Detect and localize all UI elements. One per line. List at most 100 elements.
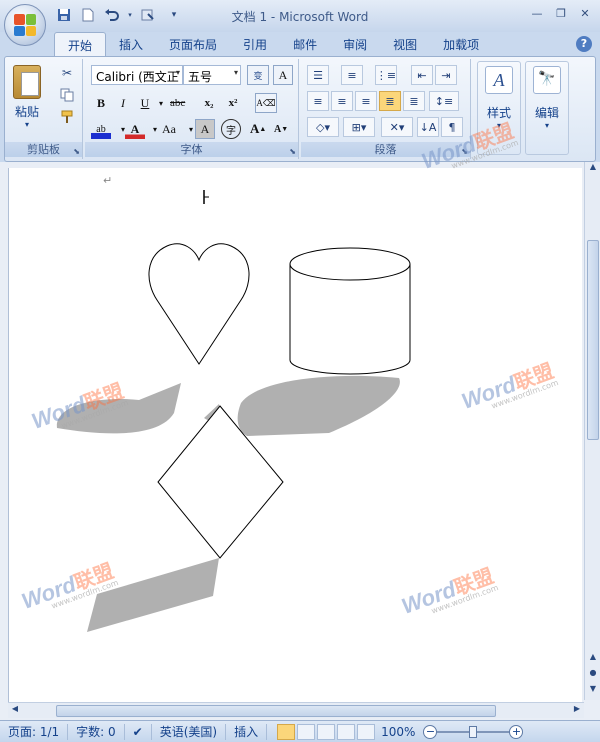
tab-home[interactable]: 开始 <box>54 32 107 56</box>
format-painter-icon[interactable] <box>57 107 77 127</box>
office-button[interactable] <box>4 4 46 46</box>
insert-mode[interactable]: 插入 <box>226 723 268 740</box>
restore-icon[interactable]: ❐ <box>550 4 572 22</box>
zoom-knob[interactable] <box>469 725 478 738</box>
multilevel-list-icon[interactable]: ⋮≡ <box>375 65 397 85</box>
editing-button[interactable]: 🔭 编辑 ▾ <box>525 61 569 155</box>
justify-icon[interactable]: ≣ <box>379 91 401 111</box>
copy-icon[interactable] <box>57 85 77 105</box>
increase-indent-icon[interactable]: ⇥ <box>435 65 457 85</box>
strikethrough-button[interactable]: abc <box>167 93 188 113</box>
font-name-combo[interactable]: Calibri (西文正 ▾ <box>91 65 183 85</box>
close-icon[interactable]: ✕ <box>574 4 596 22</box>
tab-add-ins[interactable]: 加载项 <box>430 32 492 56</box>
scroll-left-icon[interactable]: ◀ <box>8 704 22 718</box>
page-count[interactable]: 页面: 1/1 <box>0 723 69 740</box>
align-center-icon[interactable]: ≡ <box>331 91 353 111</box>
align-right-icon[interactable]: ≡ <box>355 91 377 111</box>
vertical-scrollbar[interactable]: ▲ ▲ ● ▼ <box>584 162 600 700</box>
heart-shape[interactable] <box>148 243 250 365</box>
zoom-out-icon[interactable]: − <box>423 724 438 739</box>
subscript-button[interactable]: x₂ <box>199 93 219 113</box>
scroll-up-icon[interactable]: ▲ <box>585 162 600 176</box>
diamond-shadow <box>87 558 219 632</box>
paste-dropdown-icon[interactable]: ▾ <box>25 120 29 129</box>
vertical-scroll-thumb[interactable] <box>587 240 599 440</box>
font-name-dropdown-icon[interactable]: ▾ <box>176 68 180 77</box>
sort-icon[interactable]: ↓A <box>417 117 439 137</box>
font-dialog-launcher-icon[interactable]: ⬊ <box>289 147 296 156</box>
title-bar: ▾ ▾ 文档 1 - Microsoft Word — ❐ ✕ <box>0 0 600 32</box>
distributed-icon[interactable]: ≣ <box>403 91 425 111</box>
font-size-value: 五号 <box>188 70 213 84</box>
outline-view-icon[interactable] <box>337 723 356 740</box>
tab-view[interactable]: 视图 <box>380 32 430 56</box>
word-count[interactable]: 字数: 0 <box>68 723 125 740</box>
shapes-canvas <box>56 190 411 632</box>
clipboard-group: 粘贴 ▾ ✂ 剪贴板 ⬊ <box>5 59 83 159</box>
show-hide-marks-icon[interactable]: ¶ <box>441 117 463 137</box>
tab-references[interactable]: 引用 <box>230 32 280 56</box>
draft-view-icon[interactable] <box>357 723 376 740</box>
next-page-icon[interactable]: ▼ <box>585 684 600 698</box>
superscript-button[interactable]: x² <box>223 93 243 113</box>
prev-page-icon[interactable]: ▲ <box>585 652 600 666</box>
text-cursor <box>203 190 209 204</box>
paste-button[interactable]: 粘贴 ▾ <box>13 65 41 129</box>
scroll-right-icon[interactable]: ▶ <box>570 704 584 718</box>
select-browse-object-icon[interactable]: ● <box>585 668 600 682</box>
styles-icon: A <box>485 66 513 94</box>
char-shading-button[interactable]: A <box>195 119 215 139</box>
print-layout-view-icon[interactable] <box>277 723 296 740</box>
language-indicator[interactable]: 英语(美国) <box>152 723 227 740</box>
enclose-characters-button[interactable]: 字 <box>221 119 241 139</box>
clear-formatting-button[interactable]: A⌫ <box>255 93 277 113</box>
chinese-layout-icon[interactable]: ✕▾ <box>381 117 413 137</box>
cut-icon[interactable]: ✂ <box>57 63 77 83</box>
line-spacing-icon[interactable]: ↕≡ <box>429 91 459 111</box>
font-size-dropdown-icon[interactable]: ▾ <box>234 68 238 77</box>
zoom-level[interactable]: 100% <box>381 725 415 739</box>
window-title: 文档 1 - Microsoft Word <box>231 10 369 24</box>
italic-button[interactable]: I <box>113 93 133 113</box>
paragraph-dialog-launcher-icon[interactable]: ⬊ <box>461 147 468 156</box>
document-area: ↵ ▲ ▲ ● ▼ ◀ ▶ <box>0 162 600 720</box>
numbering-icon[interactable]: ≡ <box>341 65 363 85</box>
cylinder-shape[interactable] <box>289 247 411 375</box>
full-screen-reading-view-icon[interactable] <box>297 723 316 740</box>
zoom-in-icon[interactable]: + <box>509 724 524 739</box>
clipboard-dialog-launcher-icon[interactable]: ⬊ <box>73 147 80 156</box>
font-size-combo[interactable]: 五号 ▾ <box>183 65 241 85</box>
font-group-label: 字体 <box>85 142 298 157</box>
change-case-button[interactable]: Aa <box>159 119 179 139</box>
styles-dropdown-icon: ▾ <box>496 121 501 130</box>
web-layout-view-icon[interactable] <box>317 723 336 740</box>
minimize-icon[interactable]: — <box>526 4 548 22</box>
bullets-icon[interactable]: ☰ <box>307 65 329 85</box>
tab-page-layout[interactable]: 页面布局 <box>156 32 230 56</box>
borders-icon[interactable]: ⊞▾ <box>343 117 375 137</box>
help-icon[interactable]: ? <box>576 36 592 52</box>
styles-button[interactable]: A 样式 ▾ <box>477 61 521 155</box>
horizontal-scrollbar[interactable]: ◀ ▶ <box>8 702 584 718</box>
char-border-button[interactable]: A <box>273 65 293 85</box>
proofing-icon[interactable]: ✔ <box>125 723 152 740</box>
grow-font-button[interactable]: A ▲ <box>247 119 269 139</box>
document-page[interactable]: ↵ <box>8 168 582 702</box>
zoom-slider[interactable]: − + <box>423 724 524 740</box>
paste-label: 粘贴 <box>14 105 39 119</box>
shading-icon[interactable]: ◇▾ <box>307 117 339 137</box>
horizontal-scroll-thumb[interactable] <box>56 705 496 717</box>
bold-button[interactable]: B <box>91 93 111 113</box>
tab-mailings[interactable]: 邮件 <box>280 32 330 56</box>
highlight-button[interactable]: ab <box>91 119 111 139</box>
decrease-indent-icon[interactable]: ⇤ <box>411 65 433 85</box>
ribbon: 粘贴 ▾ ✂ 剪贴板 ⬊ Calibri (西文正 ▾ 五号 ▾ 变 A B I… <box>4 56 596 162</box>
shrink-font-button[interactable]: A ▼ <box>271 119 291 139</box>
tab-insert[interactable]: 插入 <box>106 32 156 56</box>
ribbon-tabs: 开始 插入 页面布局 引用 邮件 审阅 视图 加载项 <box>54 32 492 56</box>
font-color-button[interactable]: A <box>125 119 145 139</box>
phonetic-guide-button[interactable]: 变 <box>247 65 269 85</box>
tab-review[interactable]: 审阅 <box>330 32 380 56</box>
align-left-icon[interactable]: ≡ <box>307 91 329 111</box>
